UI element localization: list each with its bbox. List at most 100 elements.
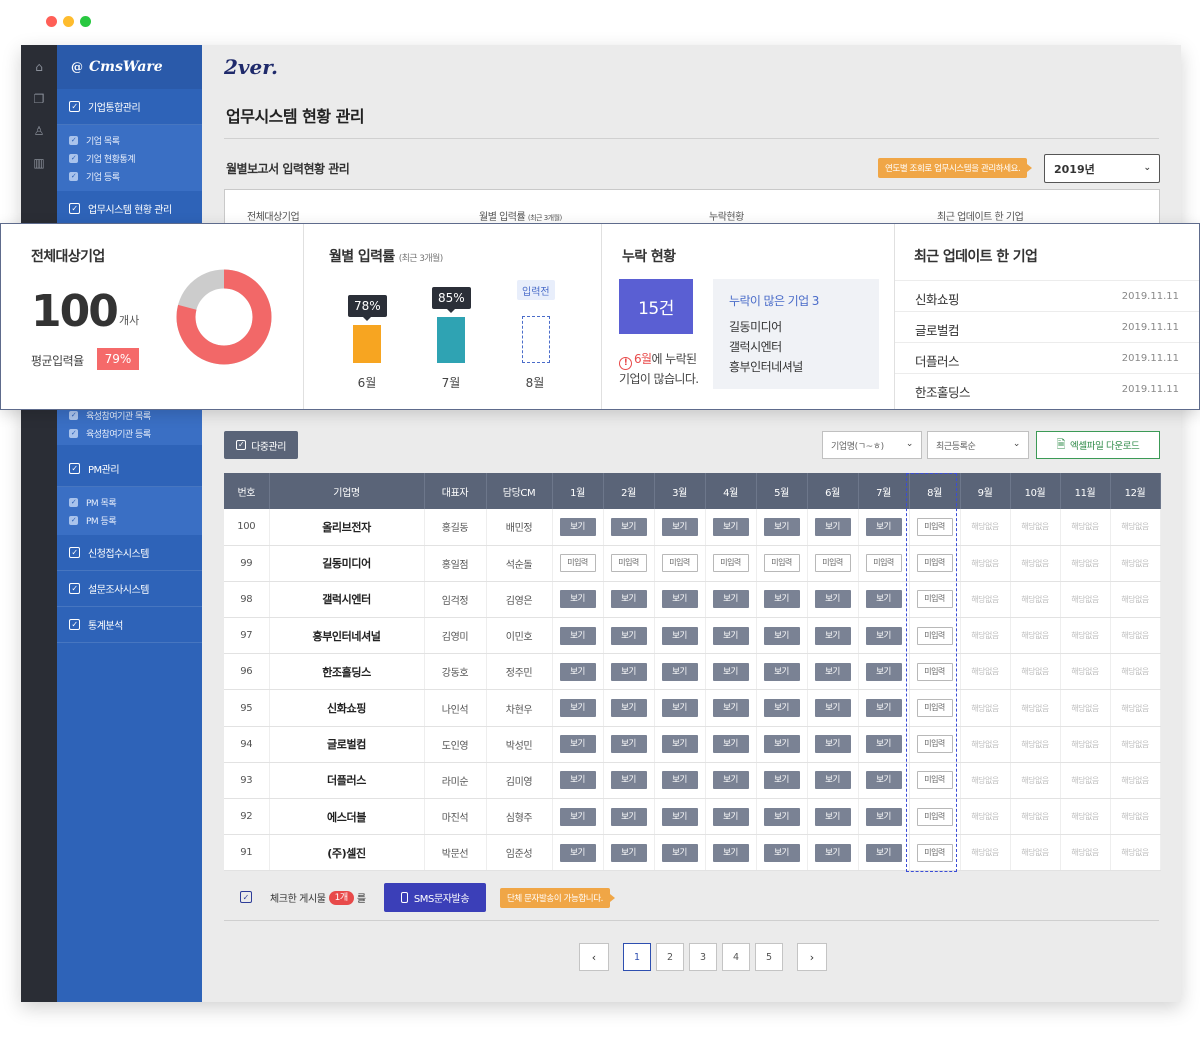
view-report-button[interactable]: 보기 xyxy=(763,807,800,826)
not-entered-button[interactable]: 미입력 xyxy=(916,699,953,718)
user-icon[interactable]: ♙ xyxy=(21,117,57,145)
view-report-button[interactable]: 보기 xyxy=(661,662,698,681)
not-entered-button[interactable]: 미입력 xyxy=(916,662,953,681)
not-entered-button[interactable]: 미입력 xyxy=(559,554,596,573)
view-report-button[interactable]: 보기 xyxy=(814,662,851,681)
page-button[interactable]: 2 xyxy=(656,943,684,971)
view-report-button[interactable]: 보기 xyxy=(610,771,647,790)
not-entered-button[interactable]: 미입력 xyxy=(610,554,647,573)
sidebar-subitem-pm-list[interactable]: ✓ PM 목록 xyxy=(57,493,202,511)
page-button[interactable]: 4 xyxy=(722,943,750,971)
view-report-button[interactable]: 보기 xyxy=(763,662,800,681)
not-entered-button[interactable]: 미입력 xyxy=(916,843,953,862)
view-report-button[interactable]: 보기 xyxy=(763,517,800,536)
view-report-button[interactable]: 보기 xyxy=(712,626,749,645)
not-entered-button[interactable]: 미입력 xyxy=(814,554,851,573)
sidebar-subitem-institution-register[interactable]: ✓ 육성참여기관 등록 xyxy=(57,424,202,442)
view-report-button[interactable]: 보기 xyxy=(661,807,698,826)
not-entered-button[interactable]: 미입력 xyxy=(865,554,902,573)
sort-recent-select[interactable]: 최근등록순 ⌄ xyxy=(927,431,1029,459)
home-icon[interactable]: ⌂ xyxy=(21,53,57,81)
missing-count-box[interactable]: 15건 xyxy=(619,279,693,334)
view-report-button[interactable]: 보기 xyxy=(763,735,800,754)
view-report-button[interactable]: 보기 xyxy=(865,771,902,790)
view-report-button[interactable]: 보기 xyxy=(661,626,698,645)
view-report-button[interactable]: 보기 xyxy=(610,699,647,718)
page-button[interactable]: 5 xyxy=(755,943,783,971)
not-entered-button[interactable]: 미입력 xyxy=(916,771,953,790)
view-report-button[interactable]: 보기 xyxy=(610,662,647,681)
view-report-button[interactable]: 보기 xyxy=(610,843,647,862)
view-report-button[interactable]: 보기 xyxy=(763,626,800,645)
view-report-button[interactable]: 보기 xyxy=(610,590,647,609)
sidebar-item-survey[interactable]: ✓ 설문조사시스템 xyxy=(57,571,202,607)
select-checkbox[interactable]: ✓ xyxy=(240,891,252,903)
table-row[interactable]: 95 신화쇼핑 나인석 차현우 보기 보기 보기 보기 보기 보기 보기 미입력 해당없음 해당없음 해당없… xyxy=(224,689,1161,727)
table-row[interactable]: 98 갤럭시엔터 임걱정 김영은 보기 보기 보기 보기 보기 보기 보기 미입력 해당없음 해당없음 해당… xyxy=(224,581,1161,619)
view-report-button[interactable]: 보기 xyxy=(610,807,647,826)
not-entered-button[interactable]: 미입력 xyxy=(712,554,749,573)
table-row[interactable]: 94 글로벌컴 도인영 박성민 보기 보기 보기 보기 보기 보기 보기 미입력 해당없음 해당없음 해당없… xyxy=(224,726,1161,763)
sms-send-button[interactable]: SMS문자발송 xyxy=(384,883,486,912)
view-report-button[interactable]: 보기 xyxy=(610,735,647,754)
not-entered-button[interactable]: 미입력 xyxy=(661,554,698,573)
recent-item[interactable]: 한조홀딩스 2019.11.11 xyxy=(895,373,1199,404)
table-row[interactable]: 99 길동미디어 홍일점 석순돌 미입력 미입력 미입력 미입력 미입력 미입력 미입력 미입력 해당없… xyxy=(224,545,1161,582)
view-report-button[interactable]: 보기 xyxy=(814,735,851,754)
bar-chart-icon[interactable]: ▥ xyxy=(21,149,57,177)
not-entered-button[interactable]: 미입력 xyxy=(916,626,953,645)
table-row[interactable]: 100 올리브전자 홍길동 배민정 보기 보기 보기 보기 보기 보기 보기 미입력 해당없음 해당없음 해… xyxy=(224,509,1161,546)
most-missing-item[interactable]: 갤럭시엔터 xyxy=(729,337,879,357)
view-report-button[interactable]: 보기 xyxy=(814,517,851,536)
view-report-button[interactable]: 보기 xyxy=(865,843,902,862)
sidebar-subitem-company-stats[interactable]: ✓ 기업 현황통계 xyxy=(57,149,202,167)
sidebar-subitem-pm-register[interactable]: ✓ PM 등록 xyxy=(57,511,202,529)
view-report-button[interactable]: 보기 xyxy=(559,590,596,609)
prev-page-button[interactable]: ‹ xyxy=(579,943,609,971)
view-report-button[interactable]: 보기 xyxy=(661,699,698,718)
view-report-button[interactable]: 보기 xyxy=(559,662,596,681)
multi-manage-button[interactable]: ✓ 다중관리 xyxy=(224,431,298,459)
close-window-dot[interactable] xyxy=(46,16,57,27)
view-report-button[interactable]: 보기 xyxy=(814,771,851,790)
recent-item[interactable]: 신화쇼핑 2019.11.11 xyxy=(895,280,1199,311)
sidebar-item-statistics[interactable]: ✓ 통계분석 xyxy=(57,607,202,643)
view-report-button[interactable]: 보기 xyxy=(661,517,698,536)
sidebar-item-system-status[interactable]: ✓ 업무시스템 현황 관리 xyxy=(57,191,202,227)
view-report-button[interactable]: 보기 xyxy=(712,771,749,790)
next-page-button[interactable]: › xyxy=(797,943,827,971)
sidebar-item-pm[interactable]: ✓ PM관리 xyxy=(57,451,202,487)
minimize-window-dot[interactable] xyxy=(63,16,74,27)
view-report-button[interactable]: 보기 xyxy=(712,699,749,718)
not-entered-button[interactable]: 미입력 xyxy=(916,735,953,754)
sidebar-item-company[interactable]: ✓ 기업통합관리 xyxy=(57,89,202,125)
not-entered-button[interactable]: 미입력 xyxy=(916,807,953,826)
not-entered-button[interactable]: 미입력 xyxy=(916,590,953,609)
view-report-button[interactable]: 보기 xyxy=(712,807,749,826)
table-row[interactable]: 92 에스더블 마진석 심형주 보기 보기 보기 보기 보기 보기 보기 미입력 해당없음 해당없음 해당없… xyxy=(224,798,1161,836)
not-entered-button[interactable]: 미입력 xyxy=(763,554,800,573)
view-report-button[interactable]: 보기 xyxy=(661,735,698,754)
view-report-button[interactable]: 보기 xyxy=(559,771,596,790)
view-report-button[interactable]: 보기 xyxy=(559,517,596,536)
view-report-button[interactable]: 보기 xyxy=(865,699,902,718)
table-row[interactable]: 96 한조홀딩스 강동호 정주민 보기 보기 보기 보기 보기 보기 보기 미입력 해당없음 해당없음 해당… xyxy=(224,653,1161,691)
view-report-button[interactable]: 보기 xyxy=(865,590,902,609)
view-report-button[interactable]: 보기 xyxy=(712,590,749,609)
table-row[interactable]: 91 (주)셀진 박문선 임준성 보기 보기 보기 보기 보기 보기 보기 미입력 해당없음 해당없음 해당… xyxy=(224,834,1161,872)
view-report-button[interactable]: 보기 xyxy=(814,590,851,609)
page-button[interactable]: 1 xyxy=(623,943,651,971)
most-missing-item[interactable]: 길동미디어 xyxy=(729,317,879,337)
copy-icon[interactable]: ❐ xyxy=(21,85,57,113)
view-report-button[interactable]: 보기 xyxy=(763,843,800,862)
view-report-button[interactable]: 보기 xyxy=(712,843,749,862)
sidebar-subitem-company-register[interactable]: ✓ 기업 등록 xyxy=(57,167,202,185)
view-report-button[interactable]: 보기 xyxy=(559,626,596,645)
sidebar-subitem-company-list[interactable]: ✓ 기업 목록 xyxy=(57,131,202,149)
sidebar-logo[interactable]: @ CmsWare xyxy=(57,45,202,89)
recent-item[interactable]: 글로벌컴 2019.11.11 xyxy=(895,311,1199,342)
brand-logo[interactable]: 2ver. xyxy=(224,55,278,79)
sidebar-item-application[interactable]: ✓ 신청접수시스템 xyxy=(57,535,202,571)
view-report-button[interactable]: 보기 xyxy=(712,517,749,536)
sort-name-select[interactable]: 기업명(ㄱ~ㅎ) ⌄ xyxy=(822,431,922,459)
